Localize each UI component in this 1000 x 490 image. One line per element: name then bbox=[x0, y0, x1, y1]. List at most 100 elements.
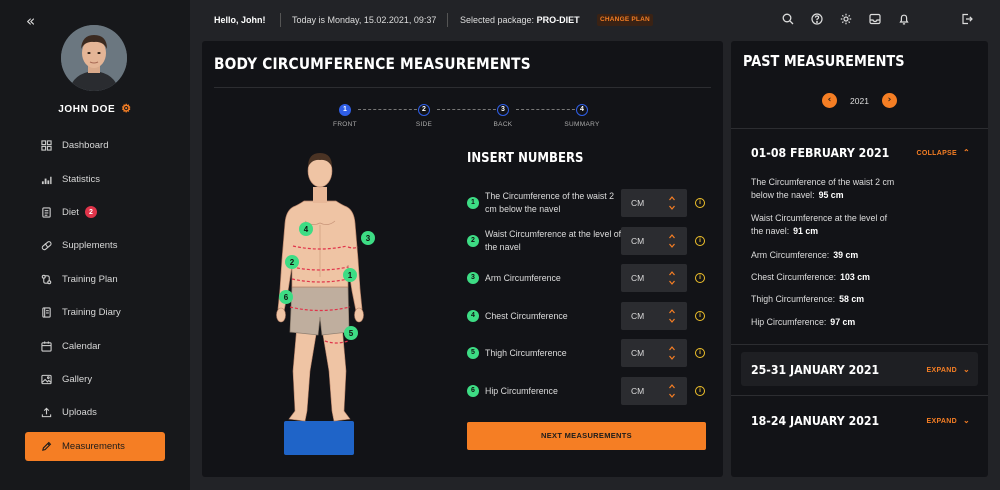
avatar[interactable] bbox=[61, 25, 127, 91]
measurement-input-5[interactable]: CM bbox=[621, 339, 687, 367]
sidebar-item-training-plan[interactable]: Training Plan bbox=[25, 263, 165, 296]
logout-icon[interactable] bbox=[961, 13, 973, 27]
diary-icon bbox=[42, 307, 51, 318]
measurement-label: The Circumference of the waist 2 cm belo… bbox=[485, 191, 615, 214]
measurement-marker: 6 bbox=[467, 385, 479, 397]
sidebar-item-calendar[interactable]: Calendar bbox=[25, 329, 165, 362]
sidebar-item-gallery[interactable]: Gallery bbox=[25, 363, 165, 396]
step-side[interactable]: 2 SIDE bbox=[394, 104, 454, 128]
sidebar-item-training-diary[interactable]: Training Diary bbox=[25, 296, 165, 329]
inbox-icon[interactable] bbox=[869, 13, 898, 25]
measurement-input-6[interactable]: CM bbox=[621, 377, 687, 405]
expand-button[interactable]: EXPAND ⌄ bbox=[927, 365, 970, 374]
page-title: BODY CIRCUMFERENCE MEASUREMENTS bbox=[214, 54, 531, 73]
detail-line: Hip Circumference: 97 cm bbox=[751, 316, 855, 329]
sidebar-item-uploads[interactable]: Uploads bbox=[25, 396, 165, 429]
divider bbox=[731, 344, 988, 345]
past-measurements-title: PAST MEASUREMENTS bbox=[743, 52, 905, 70]
measurements-panel: BODY CIRCUMFERENCE MEASUREMENTS 1 FRONT 2… bbox=[202, 41, 723, 477]
detail-label: Thigh Circumference: bbox=[751, 294, 836, 304]
measurement-label: Arm Circumference bbox=[485, 272, 561, 283]
sidebar-item-label: Supplements bbox=[62, 240, 118, 252]
settings-gear-icon[interactable] bbox=[840, 13, 869, 25]
detail-label: Chest Circumference: bbox=[751, 272, 837, 282]
measurement-input-4[interactable]: CM bbox=[621, 302, 687, 330]
measurement-input-2[interactable]: CM bbox=[621, 227, 687, 255]
step-label: SUMMARY bbox=[564, 121, 600, 128]
diet-badge: 2 bbox=[84, 206, 97, 219]
stepper-arrows-icon[interactable] bbox=[669, 345, 675, 361]
sidebar-item-supplements[interactable]: Supplements bbox=[25, 229, 165, 262]
measurement-marker: 3 bbox=[467, 272, 479, 284]
unit-label: CM bbox=[631, 311, 645, 321]
header-icons bbox=[782, 13, 927, 25]
search-icon[interactable] bbox=[782, 13, 811, 25]
measurement-row-5: 5 Thigh Circumference CM i bbox=[467, 339, 717, 367]
bell-icon[interactable] bbox=[898, 13, 927, 25]
step-front[interactable]: 1 FRONT bbox=[315, 104, 375, 128]
expand-button[interactable]: EXPAND ⌄ bbox=[927, 416, 970, 425]
gallery-icon bbox=[41, 374, 52, 385]
svg-text:3: 3 bbox=[366, 234, 371, 243]
sidebar-item-label: Measurements bbox=[62, 440, 125, 452]
pill-icon bbox=[41, 241, 52, 251]
detail-value: 103 cm bbox=[840, 272, 870, 282]
measurement-row-1: 1 The Circumference of the waist 2 cm be… bbox=[467, 189, 717, 217]
unit-label: CM bbox=[631, 348, 645, 358]
top-header: Hello, John! Today is Monday, 15.02.2021… bbox=[190, 0, 1000, 40]
info-icon[interactable]: i bbox=[695, 386, 705, 396]
detail-line: The Circumference of the waist 2 cm belo… bbox=[751, 176, 901, 202]
detail-value: 91 cm bbox=[793, 226, 819, 236]
divider bbox=[731, 395, 988, 396]
sidebar-item-diet[interactable]: Diet 2 bbox=[25, 196, 165, 229]
detail-value: 58 cm bbox=[839, 294, 865, 304]
sidebar-item-statistics[interactable]: Statistics bbox=[25, 162, 165, 195]
change-plan-button[interactable]: CHANGE PLAN bbox=[597, 14, 653, 26]
divider bbox=[214, 87, 711, 88]
step-summary[interactable]: 4 SUMMARY bbox=[552, 104, 612, 128]
step-number: 4 bbox=[576, 104, 588, 116]
chevron-up-icon: ⌃ bbox=[962, 148, 970, 157]
insert-numbers-title: INSERT NUMBERS bbox=[467, 151, 584, 166]
info-icon[interactable]: i bbox=[695, 198, 705, 208]
chevron-down-icon: ⌄ bbox=[962, 416, 970, 425]
measurement-input-1[interactable]: CM bbox=[621, 189, 687, 217]
stepper-arrows-icon[interactable] bbox=[669, 233, 675, 249]
step-back[interactable]: 3 BACK bbox=[473, 104, 533, 128]
measurement-row-6: 6 Hip Circumference CM i bbox=[467, 377, 717, 405]
package-name: PRO-DIET bbox=[536, 15, 580, 25]
sidebar-item-measurements[interactable]: Measurements bbox=[25, 431, 165, 461]
divider bbox=[731, 128, 988, 129]
sidebar-item-label: Uploads bbox=[62, 407, 97, 419]
calendar-icon bbox=[41, 340, 52, 352]
unit-label: CM bbox=[631, 273, 645, 283]
detail-line: Waist Circumference at the level of the … bbox=[751, 212, 901, 238]
collapse-button[interactable]: COLLAPSE ⌃ bbox=[916, 148, 970, 157]
info-icon[interactable]: i bbox=[695, 236, 705, 246]
next-year-button[interactable]: › bbox=[882, 93, 897, 108]
sidebar-item-dashboard[interactable]: Dashboard bbox=[25, 129, 165, 162]
info-icon[interactable]: i bbox=[695, 311, 705, 321]
package-label: Selected package: bbox=[460, 15, 535, 25]
measurement-marker: 5 bbox=[467, 347, 479, 359]
help-icon[interactable] bbox=[811, 13, 840, 25]
measurement-label: Waist Circumference at the level of the … bbox=[485, 229, 622, 252]
next-measurements-button[interactable]: NEXT MEASUREMENTS bbox=[467, 422, 706, 450]
stepper-arrows-icon[interactable] bbox=[669, 308, 675, 324]
measurement-input-3[interactable]: CM bbox=[621, 264, 687, 292]
selected-package: Selected package: PRO-DIET bbox=[460, 15, 580, 25]
info-icon[interactable]: i bbox=[695, 273, 705, 283]
info-icon[interactable]: i bbox=[695, 348, 705, 358]
sidebar: « JOHN DOE ⚙ Dashboard Statistics Diet 2 bbox=[0, 0, 190, 490]
collapse-sidebar-icon[interactable]: « bbox=[26, 12, 35, 30]
unit-label: CM bbox=[631, 198, 645, 208]
measurement-marker: 4 bbox=[467, 310, 479, 322]
period-label: 25-31 JANUARY 2021 bbox=[751, 362, 880, 377]
stepper-arrows-icon[interactable] bbox=[669, 195, 675, 211]
toggle-label: EXPAND bbox=[926, 418, 957, 425]
body-illustration: 4 3 2 1 6 5 bbox=[270, 149, 420, 459]
profile-settings-icon[interactable]: ⚙ bbox=[121, 103, 131, 115]
stepper-arrows-icon[interactable] bbox=[669, 383, 675, 399]
stepper-arrows-icon[interactable] bbox=[669, 270, 675, 286]
past-measurements-panel: PAST MEASUREMENTS ‹ 2021 › 01-08 FEBRUAR… bbox=[731, 41, 988, 477]
